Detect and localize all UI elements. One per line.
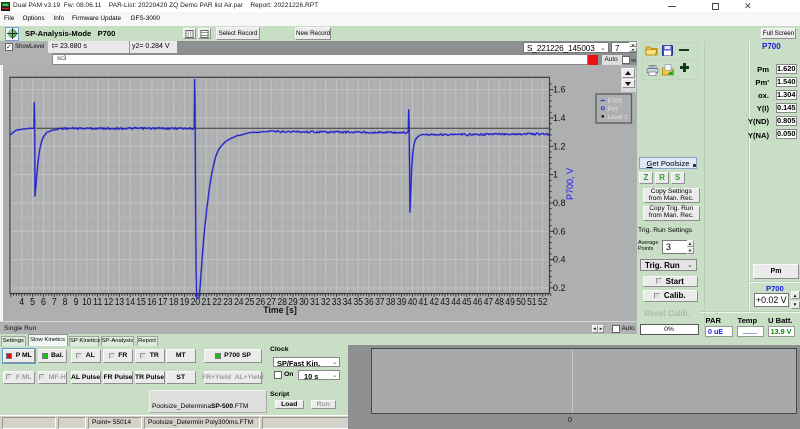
svg-text:7: 7	[52, 297, 57, 308]
svg-text:23: 23	[223, 297, 233, 308]
svg-text:1.4: 1.4	[553, 113, 566, 123]
svg-text:10: 10	[82, 297, 92, 308]
svg-text:46: 46	[473, 297, 483, 308]
svg-text:6: 6	[41, 297, 46, 308]
svg-text:0.4: 0.4	[553, 255, 566, 265]
svg-text:30: 30	[299, 297, 309, 308]
svg-text:38: 38	[386, 297, 396, 308]
svg-text:21: 21	[202, 297, 212, 308]
svg-text:0.6: 0.6	[553, 226, 566, 236]
svg-text:34: 34	[343, 297, 353, 308]
svg-text:1.6: 1.6	[553, 85, 566, 95]
svg-text:8: 8	[63, 297, 68, 308]
svg-text:39: 39	[397, 297, 407, 308]
svg-text:49: 49	[505, 297, 515, 308]
svg-text:0.2: 0.2	[553, 283, 566, 293]
svg-text:41: 41	[419, 297, 429, 308]
svg-text:Level 1: Level 1	[608, 114, 629, 121]
svg-text:14: 14	[126, 297, 136, 308]
svg-text:P700, V: P700, V	[565, 168, 575, 200]
svg-text:Pm': Pm'	[608, 106, 619, 113]
svg-text:17: 17	[158, 297, 168, 308]
svg-text:Time [s]: Time [s]	[263, 305, 297, 315]
svg-text:4: 4	[19, 297, 24, 308]
svg-text:11: 11	[93, 297, 103, 308]
svg-text:19: 19	[180, 297, 190, 308]
svg-text:13: 13	[115, 297, 125, 308]
svg-text:18: 18	[169, 297, 179, 308]
svg-text:48: 48	[495, 297, 505, 308]
svg-text:36: 36	[364, 297, 374, 308]
svg-text:9: 9	[74, 297, 79, 308]
svg-text:12: 12	[104, 297, 114, 308]
svg-text:1.2: 1.2	[553, 141, 566, 151]
svg-text:33: 33	[332, 297, 342, 308]
svg-text:51: 51	[527, 297, 537, 308]
svg-text:24: 24	[234, 297, 244, 308]
svg-text:50: 50	[516, 297, 526, 308]
svg-text:1: 1	[553, 170, 558, 180]
svg-text:P700: P700	[608, 98, 623, 105]
svg-text:35: 35	[354, 297, 364, 308]
svg-text:52: 52	[538, 297, 548, 308]
svg-text:31: 31	[310, 297, 320, 308]
svg-text:47: 47	[484, 297, 494, 308]
svg-text:40: 40	[408, 297, 418, 308]
svg-text:16: 16	[147, 297, 157, 308]
svg-text:45: 45	[462, 297, 472, 308]
svg-text:44: 44	[451, 297, 461, 308]
svg-text:42: 42	[430, 297, 440, 308]
svg-text:5: 5	[30, 297, 35, 308]
svg-text:43: 43	[440, 297, 450, 308]
svg-text:25: 25	[245, 297, 255, 308]
svg-text:0.8: 0.8	[553, 198, 566, 208]
svg-text:22: 22	[212, 297, 222, 308]
svg-text:15: 15	[136, 297, 146, 308]
svg-text:37: 37	[375, 297, 385, 308]
svg-text:32: 32	[321, 297, 331, 308]
